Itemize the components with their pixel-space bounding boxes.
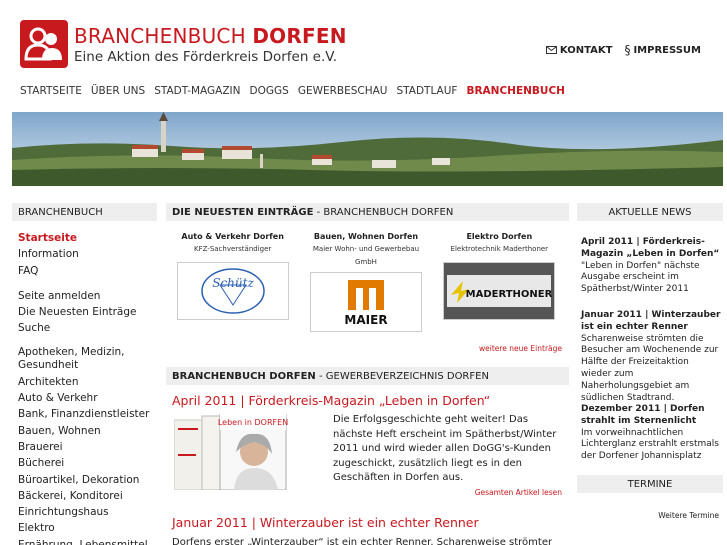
entry-card[interactable]: Auto & Verkehr Dorfen KFZ-Sachverständig…	[170, 232, 295, 332]
sidebar-category[interactable]: Ernährung, Lebensmittel	[18, 537, 158, 545]
news-text: Im vorweihnachtlichen Lichterglanz erstr…	[581, 427, 719, 462]
page: BRANCHENBUCH DORFEN Eine Aktion des Förd…	[0, 0, 727, 545]
sidebar-item-startseite[interactable]: Startseite	[18, 230, 158, 246]
svg-text:MADERTHONER: MADERTHONER	[466, 289, 553, 300]
sidebar-category[interactable]: Apotheken, Medizin, Gesundheit	[18, 346, 158, 372]
site-title-main: BRANCHENBUCH	[74, 24, 253, 48]
entry-subtitle: Maier Wohn- und Gewerbebau GmbH	[312, 245, 420, 266]
news-item[interactable]: Dezember 2011 | Dorfen strahlt im Sterne…	[581, 404, 721, 463]
directory-heading: BRANCHENBUCH DORFEN - GEWERBEVERZEICHNIS…	[166, 367, 569, 385]
svg-text:Leben in DORFEN: Leben in DORFEN	[218, 418, 288, 427]
sidebar-item-seite-anmelden[interactable]: Seite anmelden	[18, 288, 158, 304]
entry-subtitle: Elektrotechnik Maderthoner	[450, 245, 549, 253]
kontakt-link[interactable]: KONTAKT	[545, 43, 613, 57]
site-title-bold: DORFEN	[252, 24, 347, 48]
sidebar: Startseite Information FAQ Seite anmelde…	[18, 230, 158, 545]
top-links: KONTAKT § IMPRESSUM	[545, 43, 701, 57]
sidebar-item-neueste-eintraege[interactable]: Die Neuesten Einträge	[18, 304, 158, 320]
news-text: "Leben in Dorfen" nächste Ausgabe ersche…	[581, 260, 700, 295]
directory-heading-bold: BRANCHENBUCH DORFEN	[172, 371, 316, 382]
site-subtitle: Eine Aktion des Förderkreis Dorfen e.V.	[74, 49, 338, 65]
news-item[interactable]: April 2011 | Förderkreis-Magazin „Leben …	[581, 237, 721, 296]
read-more-link[interactable]: Gesamten Artikel lesen	[475, 488, 562, 497]
nav-stadtlauf[interactable]: STADTLAUF	[397, 85, 458, 97]
nav-startseite[interactable]: STARTSEITE	[20, 85, 82, 97]
sidebar-category[interactable]: Bücherei	[18, 455, 158, 471]
sidebar-category[interactable]: Büroartikel, Dekoration	[18, 472, 158, 488]
logo-icon[interactable]	[20, 20, 68, 68]
mail-icon	[545, 46, 557, 54]
sidebar-item-faq[interactable]: FAQ	[18, 263, 158, 279]
sidebar-category[interactable]: Brauerei	[18, 439, 158, 455]
impressum-label: IMPRESSUM	[633, 44, 701, 56]
sidebar-heading: BRANCHENBUCH	[12, 203, 157, 221]
article-text: Die Erfolgsgeschichte geht weiter! Das n…	[333, 414, 557, 484]
sidebar-category[interactable]: Bank, Finanzdienstleister	[18, 406, 158, 422]
newest-heading-bold: DIE NEUESTEN EINTRÄGE	[172, 207, 314, 218]
entry-subtitle: KFZ-Sachverständiger	[194, 245, 272, 253]
entry-logo[interactable]: MADERTHONER	[443, 262, 556, 320]
nav-gewerbeschau[interactable]: GEWERBESCHAU	[298, 85, 388, 97]
sidebar-category[interactable]: Bäckerei, Konditorei	[18, 488, 158, 504]
entry-card[interactable]: Elektro Dorfen Elektrotechnik Maderthone…	[437, 232, 562, 332]
more-dates-link[interactable]: Weitere Termine	[658, 511, 719, 520]
article-title[interactable]: April 2011 | Förderkreis-Magazin „Leben …	[172, 393, 490, 408]
nav-ueber-uns[interactable]: ÜBER UNS	[91, 85, 145, 97]
entry-logo[interactable]: MAIER	[309, 272, 422, 332]
svg-text:Schütz: Schütz	[212, 276, 254, 290]
entry-logo[interactable]: Schütz	[176, 262, 289, 320]
nav-stadt-magazin[interactable]: STADT-MAGAZIN	[154, 85, 240, 97]
directory-heading-rest: - GEWERBEVERZEICHNIS DORFEN	[315, 371, 489, 382]
sidebar-item-information[interactable]: Information	[18, 246, 158, 262]
news-title: Januar 2011 | Winterzauber ist ein echte…	[581, 310, 721, 332]
kontakt-label: KONTAKT	[559, 44, 613, 56]
termine-heading: TERMINE	[577, 475, 723, 493]
paragraph-icon: §	[624, 43, 631, 57]
news-title: April 2011 | Förderkreis-Magazin „Leben …	[581, 237, 720, 259]
town-panorama-banner	[12, 112, 723, 186]
news-heading: AKTUELLE NEWS	[577, 203, 723, 221]
sidebar-category[interactable]: Architekten	[18, 374, 158, 390]
nav-branchenbuch[interactable]: BRANCHENBUCH	[466, 85, 564, 97]
site-title[interactable]: BRANCHENBUCH DORFEN	[74, 24, 347, 48]
newest-heading-rest: - BRANCHENBUCH DORFEN	[313, 207, 454, 218]
sidebar-category[interactable]: Bauen, Wohnen	[18, 423, 158, 439]
svg-text:MAIER: MAIER	[344, 313, 387, 327]
magazine-cover-image[interactable]: Leben in DORFEN	[173, 413, 320, 491]
nav-doggs[interactable]: DOGGS	[250, 85, 289, 97]
sidebar-category[interactable]: Elektro	[18, 520, 158, 536]
more-entries-link[interactable]: weitere neue Einträge	[479, 344, 562, 353]
entry-title: Auto & Verkehr Dorfen	[181, 232, 284, 241]
sidebar-category[interactable]: Einrichtungshaus	[18, 504, 158, 520]
article-title[interactable]: Januar 2011 | Winterzauber ist ein echte…	[172, 515, 479, 530]
news-item[interactable]: Januar 2011 | Winterzauber ist ein echte…	[581, 310, 721, 404]
entry-card[interactable]: Bauen, Wohnen Dorfen Maier Wohn- und Gew…	[303, 232, 428, 332]
newest-entries-heading: DIE NEUESTEN EINTRÄGE - BRANCHENBUCH DOR…	[166, 203, 569, 221]
impressum-link[interactable]: § IMPRESSUM	[624, 43, 701, 57]
sidebar-item-suche[interactable]: Suche	[18, 320, 158, 336]
entry-title: Elektro Dorfen	[466, 232, 533, 241]
article-text: Dorfens erster „Winterzauber“ ist ein ec…	[172, 537, 552, 545]
entry-title: Bauen, Wohnen Dorfen	[313, 232, 419, 241]
sidebar-category[interactable]: Auto & Verkehr	[18, 390, 158, 406]
main-nav: STARTSEITE ÜBER UNS STADT-MAGAZIN DOGGS …	[20, 85, 565, 97]
news-title: Dezember 2011 | Dorfen strahlt im Sterne…	[581, 404, 705, 426]
newest-entries: Auto & Verkehr Dorfen KFZ-Sachverständig…	[166, 232, 566, 332]
news-text: Scharenweise strömten die Besucher am Wo…	[581, 333, 719, 403]
